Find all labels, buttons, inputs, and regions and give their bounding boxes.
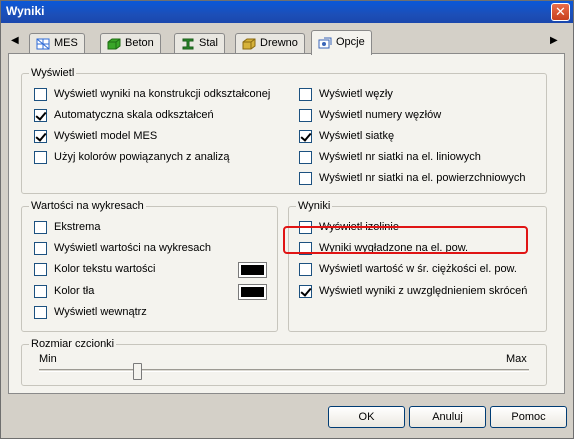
tab-mes[interactable]: MES bbox=[29, 33, 85, 54]
display-group-title: Wyświetl bbox=[29, 67, 77, 79]
option-label: Kolor tekstu wartości bbox=[54, 263, 156, 275]
tab-label: Beton bbox=[125, 37, 154, 49]
tab-label: MES bbox=[54, 37, 78, 49]
tab-label: Drewno bbox=[260, 37, 298, 49]
tab-scroll-right-icon[interactable]: ▶ bbox=[550, 35, 558, 46]
option-label: Wyświetl numery węzłów bbox=[319, 109, 442, 121]
option-label: Wyświetl węzły bbox=[319, 88, 393, 100]
option-label: Kolor tła bbox=[54, 285, 95, 297]
tab-opcje[interactable]: Opcje bbox=[311, 30, 372, 55]
checkbox[interactable] bbox=[299, 172, 312, 185]
text-color-picker[interactable] bbox=[238, 262, 267, 278]
option-label: Automatyczna skala odkształceń bbox=[54, 109, 214, 121]
checkbox[interactable] bbox=[34, 88, 47, 101]
results-group-title: Wyniki bbox=[296, 200, 333, 212]
grid-icon bbox=[36, 38, 50, 50]
option-label: Wyświetl wartość w śr. ciężkości el. pow… bbox=[319, 263, 517, 275]
checkbox[interactable] bbox=[34, 263, 47, 276]
option-label: Wyświetl model MES bbox=[54, 130, 158, 142]
checkbox[interactable] bbox=[299, 109, 312, 122]
option-label: Wyświetl wartości na wykresach bbox=[54, 242, 211, 254]
option-label: Ekstrema bbox=[54, 221, 101, 233]
cancel-button[interactable]: Anuluj bbox=[409, 406, 486, 428]
tab-label: Stal bbox=[199, 37, 218, 49]
checkbox[interactable] bbox=[34, 130, 47, 143]
color-swatch bbox=[241, 265, 264, 275]
slider-min-label: Min bbox=[39, 353, 57, 365]
tab-label: Opcje bbox=[336, 36, 365, 48]
chart-values-group-title: Wartości na wykresach bbox=[29, 200, 146, 212]
ok-button[interactable]: OK bbox=[328, 406, 405, 428]
checkbox[interactable] bbox=[299, 130, 312, 143]
font-size-slider-track[interactable] bbox=[39, 369, 529, 372]
checkbox[interactable] bbox=[34, 109, 47, 122]
checkbox[interactable] bbox=[34, 221, 47, 234]
window-title: Wyniki bbox=[6, 4, 45, 18]
option-label: Wyświetl wewnątrz bbox=[54, 306, 147, 318]
option-label: Wyświetl wyniki na konstrukcji odkształc… bbox=[54, 88, 271, 100]
options-icon bbox=[318, 37, 332, 49]
font-size-group: Rozmiar czcionki bbox=[21, 338, 547, 386]
concrete-icon bbox=[107, 38, 121, 50]
checkbox[interactable] bbox=[34, 242, 47, 255]
highlight-frame bbox=[283, 226, 528, 254]
tab-beton[interactable]: Beton bbox=[100, 33, 161, 54]
checkbox[interactable] bbox=[34, 151, 47, 164]
background-color-picker[interactable] bbox=[238, 284, 267, 300]
wood-icon bbox=[242, 38, 256, 50]
tab-stal[interactable]: Stal bbox=[174, 33, 225, 54]
checkbox[interactable] bbox=[34, 306, 47, 319]
results-dialog: Wyniki ✕ ◀ ▶ MES Beton Stal Drewno Opcje… bbox=[0, 0, 574, 439]
option-label: Wyświetl wyniki z uwzględnieniem skróceń bbox=[319, 285, 528, 297]
option-label: Wyświetl siatkę bbox=[319, 130, 395, 142]
checkbox[interactable] bbox=[299, 151, 312, 164]
color-swatch bbox=[241, 287, 264, 297]
font-size-group-title: Rozmiar czcionki bbox=[29, 338, 117, 350]
tab-drewno[interactable]: Drewno bbox=[235, 33, 305, 54]
option-label: Użyj kolorów powiązanych z analizą bbox=[54, 151, 230, 163]
checkbox[interactable] bbox=[34, 285, 47, 298]
title-bar: Wyniki ✕ bbox=[1, 1, 573, 23]
tab-scroll-left-icon[interactable]: ◀ bbox=[11, 35, 19, 46]
option-label: Wyświetl nr siatki na el. liniowych bbox=[319, 151, 481, 163]
checkbox[interactable] bbox=[299, 285, 312, 298]
steel-icon bbox=[182, 38, 194, 50]
slider-max-label: Max bbox=[506, 353, 527, 365]
checkbox[interactable] bbox=[299, 88, 312, 101]
font-size-slider-thumb[interactable] bbox=[133, 363, 142, 380]
help-button[interactable]: Pomoc bbox=[490, 406, 567, 428]
close-button[interactable]: ✕ bbox=[551, 3, 570, 21]
checkbox[interactable] bbox=[299, 263, 312, 276]
option-label: Wyświetl nr siatki na el. powierzchniowy… bbox=[319, 172, 526, 184]
